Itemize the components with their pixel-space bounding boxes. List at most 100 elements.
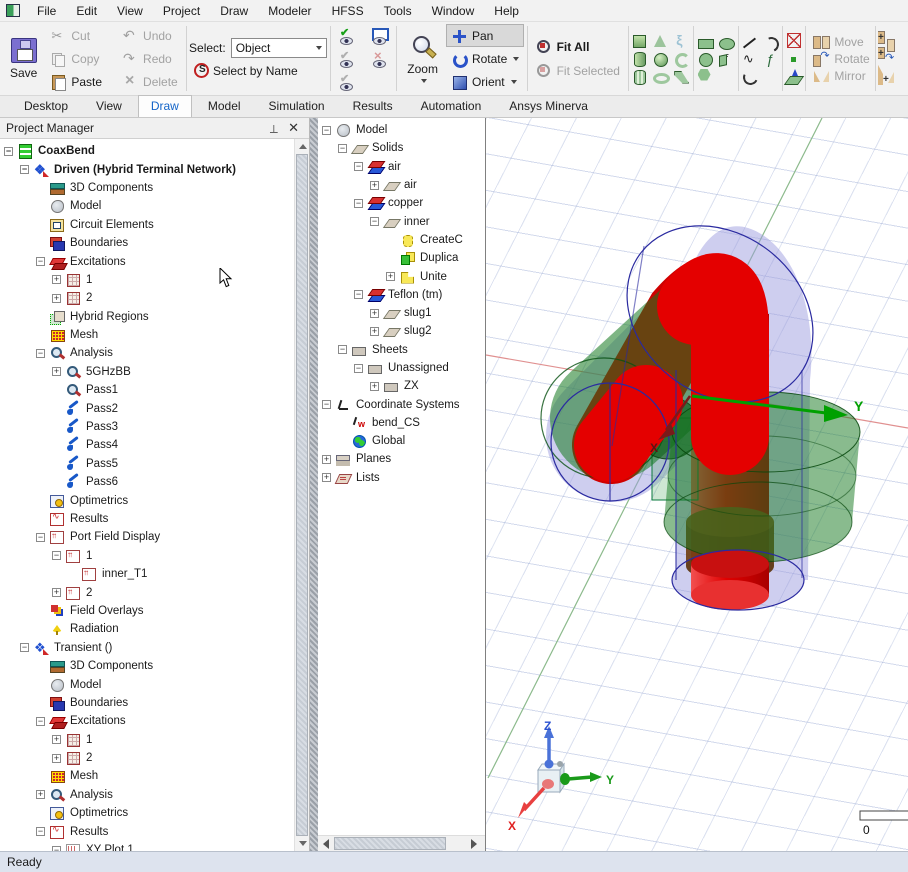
expander-minus-icon[interactable]: −	[354, 162, 363, 171]
tree-item-model[interactable]: −Model	[318, 121, 485, 139]
expander-minus-icon[interactable]: −	[36, 717, 45, 726]
fit-selected-button[interactable]: Fit Selected	[531, 62, 625, 80]
draw-ellipse-button[interactable]	[718, 35, 735, 51]
tab-draw[interactable]: Draw	[138, 95, 192, 117]
tree-item-3d-components[interactable]: 3D Components	[0, 179, 294, 197]
pan-button[interactable]: Pan	[446, 24, 524, 47]
tree-item-boundaries[interactable]: Boundaries	[0, 694, 294, 712]
select-mode-dropdown[interactable]: Object	[231, 38, 327, 58]
delete-button[interactable]: Delete	[117, 70, 183, 93]
menu-draw[interactable]: Draw	[211, 2, 257, 20]
menu-tools[interactable]: Tools	[375, 2, 421, 20]
tree-item-model[interactable]: Model	[0, 197, 294, 215]
tree-item-zx[interactable]: +ZX	[318, 377, 485, 395]
tree-item-teflon-tm[interactable]: −Teflon (tm)	[318, 286, 485, 304]
scroll-up-icon[interactable]	[295, 139, 309, 154]
expander-minus-icon[interactable]: −	[20, 165, 29, 174]
cut-button[interactable]: Cut	[45, 24, 107, 47]
menu-modeler[interactable]: Modeler	[259, 2, 320, 20]
show-visible-button[interactable]	[333, 24, 360, 47]
expander-plus-icon[interactable]: +	[386, 272, 395, 281]
tree-item-inner-t1[interactable]: inner_T1	[0, 565, 294, 583]
draw-cylinder-button[interactable]	[631, 51, 648, 67]
tree-item-pass5[interactable]: Pass5	[0, 455, 294, 473]
expander-minus-icon[interactable]: −	[52, 846, 61, 851]
tree-item-pass3[interactable]: Pass3	[0, 418, 294, 436]
tree-item-1[interactable]: −1	[0, 547, 294, 565]
tree-item-pass2[interactable]: Pass2	[0, 399, 294, 417]
tree-item-optimetrics[interactable]: Optimetrics	[0, 491, 294, 509]
show-selected-button[interactable]	[333, 47, 360, 70]
move-button[interactable]: Move	[808, 33, 874, 50]
rotate-view-button[interactable]: Rotate	[446, 47, 524, 70]
tree-item-unassigned[interactable]: −Unassigned	[318, 359, 485, 377]
tree-item-slug1[interactable]: +slug1	[318, 304, 485, 322]
draw-torus-button[interactable]	[652, 69, 669, 85]
menu-edit[interactable]: Edit	[67, 2, 106, 20]
menu-view[interactable]: View	[108, 2, 152, 20]
close-icon[interactable]: ✕	[284, 120, 303, 136]
model-tree-hscrollbar[interactable]	[318, 835, 485, 851]
tree-item-radiation[interactable]: Radiation	[0, 620, 294, 638]
select-by-name-button[interactable]: Select by Name	[189, 62, 327, 80]
tab-simulation[interactable]: Simulation	[257, 96, 337, 117]
mirror-button[interactable]: Mirror	[808, 67, 874, 84]
zoom-button[interactable]: Zoom	[399, 23, 446, 94]
menu-file[interactable]: File	[28, 2, 65, 20]
tree-item-2[interactable]: +2	[0, 749, 294, 767]
tree-item-solids[interactable]: −Solids	[318, 139, 485, 157]
pin-icon[interactable]: ⊤	[263, 122, 285, 135]
expander-minus-icon[interactable]: −	[354, 199, 363, 208]
draw-helix-button[interactable]	[673, 33, 690, 49]
project-tree-scrollbar[interactable]	[294, 139, 309, 851]
show-hidden-button[interactable]	[333, 70, 360, 93]
tree-item-results[interactable]: −Results	[0, 822, 294, 840]
tree-item-sheets[interactable]: −Sheets	[318, 341, 485, 359]
menu-help[interactable]: Help	[485, 2, 528, 20]
expander-minus-icon[interactable]: −	[322, 126, 331, 135]
tree-item-duplica[interactable]: Duplica	[318, 249, 485, 267]
orient-button[interactable]: Orient	[446, 70, 524, 93]
visibility-window-button[interactable]	[366, 24, 393, 47]
redo-button[interactable]: Redo	[117, 47, 183, 70]
expander-minus-icon[interactable]: −	[36, 533, 45, 542]
expander-plus-icon[interactable]: +	[52, 588, 61, 597]
expander-minus-icon[interactable]: −	[338, 345, 347, 354]
tree-item-air[interactable]: −air	[318, 158, 485, 176]
tree-item-lists[interactable]: +Lists	[318, 469, 485, 487]
tree-item-2[interactable]: +2	[0, 289, 294, 307]
expander-plus-icon[interactable]: +	[322, 455, 331, 464]
expander-minus-icon[interactable]: −	[354, 290, 363, 299]
expander-plus-icon[interactable]: +	[52, 754, 61, 763]
tree-item-pass4[interactable]: Pass4	[0, 436, 294, 454]
expander-minus-icon[interactable]: −	[36, 827, 45, 836]
tree-item-pass6[interactable]: Pass6	[0, 473, 294, 491]
tree-item-2[interactable]: +2	[0, 583, 294, 601]
draw-line-button[interactable]	[741, 35, 758, 51]
draw-arc-button[interactable]	[762, 35, 779, 51]
expander-minus-icon[interactable]: −	[338, 144, 347, 153]
expander-minus-icon[interactable]: −	[20, 643, 29, 652]
tree-item-1[interactable]: +1	[0, 731, 294, 749]
tree-item-1[interactable]: +1	[0, 271, 294, 289]
tree-item-slug2[interactable]: +slug2	[318, 322, 485, 340]
tree-item-boundaries[interactable]: Boundaries	[0, 234, 294, 252]
tab-model[interactable]: Model	[196, 96, 253, 117]
tab-desktop[interactable]: Desktop	[12, 96, 80, 117]
draw-equation-surface-button[interactable]	[718, 51, 735, 67]
menu-project[interactable]: Project	[154, 2, 209, 20]
duplicate-mirror-button[interactable]	[878, 69, 895, 85]
tree-item-copper[interactable]: −copper	[318, 194, 485, 212]
tree-item-excitations[interactable]: −Excitations	[0, 252, 294, 270]
tree-item-field-overlays[interactable]: Field Overlays	[0, 602, 294, 620]
rotate-transform-button[interactable]: Rotate	[808, 50, 874, 67]
draw-3point-arc-button[interactable]	[741, 67, 758, 83]
draw-plane-button[interactable]	[785, 70, 802, 86]
copy-button[interactable]: Copy	[45, 47, 107, 70]
scroll-left-icon[interactable]	[320, 838, 333, 850]
expander-minus-icon[interactable]: −	[4, 147, 13, 156]
draw-cylinder-segment-button[interactable]	[631, 69, 648, 85]
fit-all-button[interactable]: Fit All	[531, 38, 625, 56]
paste-button[interactable]: Paste	[45, 70, 107, 93]
hscrollbar-thumb[interactable]	[334, 837, 446, 850]
